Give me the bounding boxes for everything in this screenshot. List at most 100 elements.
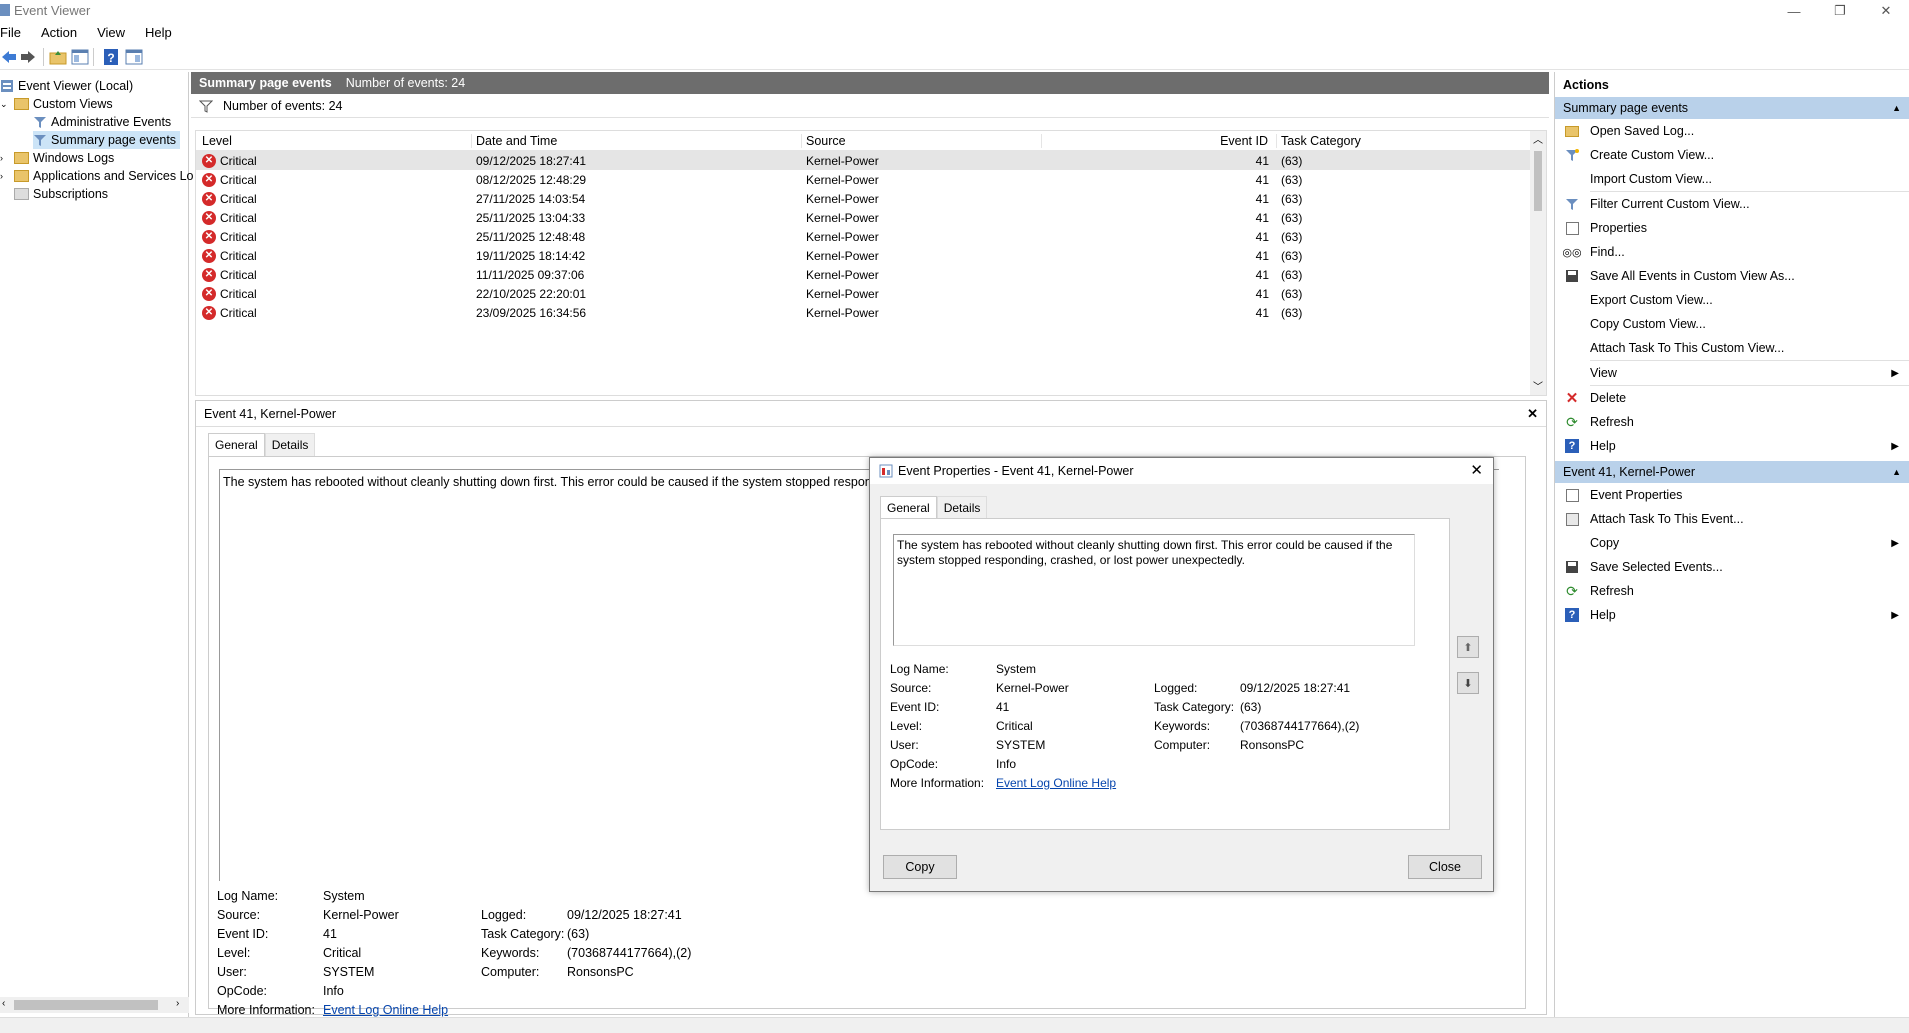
action-delete[interactable]: ✕ Delete: [1555, 386, 1909, 410]
tree-node-root[interactable]: Event Viewer (Local): [0, 77, 133, 95]
tree-node-summary-events[interactable]: Summary page events: [33, 131, 181, 149]
dialog-details-table: Log Name: System Source: Kernel-Power Logge…: [890, 662, 1359, 795]
table-row[interactable]: ✕ Critical 23/09/2025 16:34:56 Kernel-Power…: [196, 303, 1546, 322]
scroll-right-icon[interactable]: ›: [176, 998, 179, 1009]
table-vertical-scrollbar[interactable]: ︿ ﹀: [1530, 131, 1546, 395]
chevron-down-icon[interactable]: ⌄: [0, 99, 10, 110]
actions-section-event[interactable]: Event 41, Kernel-Power ▲: [1555, 461, 1909, 483]
show-hide-tree-icon[interactable]: [71, 48, 89, 66]
row-event-id: 41: [1255, 267, 1269, 282]
table-row[interactable]: ✕ Critical 08/12/2025 12:48:29 Kernel-Power…: [196, 170, 1546, 189]
actions-section-summary[interactable]: Summary page events ▲: [1555, 97, 1909, 119]
help-icon: ?: [1565, 439, 1579, 453]
action-save-all-events[interactable]: Save All Events in Custom View As...: [1555, 264, 1909, 288]
collapse-icon[interactable]: ▲: [1892, 103, 1901, 113]
tab-general[interactable]: General: [208, 433, 265, 456]
scrollbar-thumb[interactable]: [1534, 151, 1542, 211]
event-viewer-icon: [1, 80, 13, 92]
tree-node-subscriptions[interactable]: Subscriptions: [14, 185, 108, 203]
table-row[interactable]: ✕ Critical 22/10/2025 22:20:01 Kernel-Power…: [196, 284, 1546, 303]
dialog-logged-label: Logged:: [1154, 681, 1198, 695]
tree-summary-events-label: Summary page events: [51, 133, 177, 147]
tree-node-admin-events[interactable]: Administrative Events: [33, 113, 171, 131]
copy-button[interactable]: Copy: [883, 855, 957, 879]
col-source[interactable]: Source: [802, 133, 1042, 148]
action-import-custom-view[interactable]: Import Custom View...: [1555, 167, 1909, 191]
table-body: ✕ Critical 09/12/2025 18:27:41 Kernel-Power…: [196, 151, 1546, 322]
tree-node-custom-views[interactable]: ⌄ Custom Views: [0, 95, 113, 113]
table-row[interactable]: ✕ Critical 27/11/2025 14:03:54 Kernel-Power…: [196, 189, 1546, 208]
table-row[interactable]: ✕ Critical 11/11/2025 09:37:06 Kernel-Power…: [196, 265, 1546, 284]
action-help-event[interactable]: ? Help ▶: [1555, 603, 1909, 627]
action-view[interactable]: View ▶: [1555, 361, 1909, 385]
row-source: Kernel-Power: [806, 210, 879, 225]
col-event-id[interactable]: Event ID: [1042, 133, 1277, 148]
dialog-tab-details[interactable]: Details: [936, 496, 988, 519]
table-row[interactable]: ✕ Critical 19/11/2025 18:14:42 Kernel-Power…: [196, 246, 1546, 265]
close-window-button[interactable]: ✕: [1863, 0, 1909, 22]
menu-help[interactable]: Help: [135, 22, 182, 43]
col-level[interactable]: Level: [196, 133, 472, 148]
dialog-tab-general[interactable]: General: [880, 496, 937, 519]
tree-horizontal-scrollbar[interactable]: ‹ ›: [0, 997, 189, 1013]
next-event-button[interactable]: ⬇: [1457, 672, 1479, 694]
action-attach-task-custom-view[interactable]: Attach Task To This Custom View...: [1555, 336, 1909, 360]
scroll-down-icon[interactable]: ﹀: [1533, 378, 1543, 393]
menu-action[interactable]: Action: [31, 22, 87, 43]
show-action-pane-icon[interactable]: [125, 48, 143, 66]
action-refresh-event[interactable]: ⟳ Refresh: [1555, 579, 1909, 603]
col-task[interactable]: Task Category: [1277, 134, 1487, 148]
menu-file[interactable]: File: [0, 22, 31, 43]
delete-x-icon: ✕: [1565, 390, 1579, 407]
dialog-event-log-online-help-link[interactable]: Event Log Online Help: [996, 776, 1116, 790]
close-button[interactable]: Close: [1408, 855, 1482, 879]
previous-event-button[interactable]: ⬆: [1457, 636, 1479, 658]
action-filter-current[interactable]: Filter Current Custom View...: [1555, 192, 1909, 216]
log-name-value: System: [323, 889, 365, 903]
action-label: View: [1590, 366, 1617, 380]
chevron-right-icon[interactable]: ›: [0, 171, 10, 181]
forward-arrow-icon[interactable]: [19, 48, 37, 66]
action-copy[interactable]: Copy ▶: [1555, 531, 1909, 555]
action-refresh[interactable]: ⟳ Refresh: [1555, 410, 1909, 434]
submenu-arrow-icon: ▶: [1891, 440, 1899, 452]
action-help[interactable]: ? Help ▶: [1555, 434, 1909, 458]
action-attach-task-event[interactable]: Attach Task To This Event...: [1555, 507, 1909, 531]
dialog-close-icon[interactable]: ✕: [1470, 461, 1483, 479]
restore-button[interactable]: ❐: [1817, 0, 1863, 22]
menu-view[interactable]: View: [87, 22, 135, 43]
action-create-custom-view[interactable]: Create Custom View...: [1555, 143, 1909, 167]
scroll-up-icon[interactable]: ︿: [1533, 131, 1543, 146]
folder-up-icon[interactable]: [49, 48, 67, 66]
table-row[interactable]: ✕ Critical 09/12/2025 18:27:41 Kernel-Power…: [196, 151, 1546, 170]
row-source: Kernel-Power: [806, 191, 879, 206]
tree-node-apps-services[interactable]: › Applications and Services Lo: [0, 167, 194, 185]
collapse-icon[interactable]: ▲: [1892, 467, 1901, 477]
minimize-button[interactable]: —: [1771, 0, 1817, 22]
dialog-title-bar: Event Properties - Event 41, Kernel-Powe…: [870, 458, 1493, 484]
action-event-properties[interactable]: Event Properties: [1555, 483, 1909, 507]
action-find[interactable]: ◎◎ Find...: [1555, 240, 1909, 264]
table-row[interactable]: ✕ Critical 25/11/2025 12:48:48 Kernel-Power…: [196, 227, 1546, 246]
close-detail-icon[interactable]: ✕: [1527, 406, 1538, 422]
dialog-message-box[interactable]: The system has rebooted without cleanly …: [893, 534, 1415, 646]
event-details-table: Log Name: System Source: Kernel-Power Logge…: [217, 889, 691, 1022]
col-date[interactable]: Date and Time: [472, 133, 802, 148]
back-arrow-icon[interactable]: [0, 48, 18, 66]
action-save-selected[interactable]: Save Selected Events...: [1555, 555, 1909, 579]
tab-details[interactable]: Details: [264, 433, 316, 456]
action-copy-custom-view[interactable]: Copy Custom View...: [1555, 312, 1909, 336]
help-icon[interactable]: ?: [102, 48, 120, 66]
scroll-left-icon[interactable]: ‹: [2, 998, 5, 1009]
action-open-saved-log[interactable]: Open Saved Log...: [1555, 119, 1909, 143]
table-row[interactable]: ✕ Critical 25/11/2025 13:04:33 Kernel-Power…: [196, 208, 1546, 227]
dialog-computer-label: Computer:: [1154, 738, 1211, 752]
scrollbar-thumb[interactable]: [14, 1000, 158, 1010]
event-log-online-help-link[interactable]: Event Log Online Help: [323, 1003, 448, 1017]
tree-root-label: Event Viewer (Local): [18, 79, 134, 93]
action-properties[interactable]: Properties: [1555, 216, 1909, 240]
row-date: 11/11/2025 09:37:06: [476, 267, 585, 282]
action-export-custom-view[interactable]: Export Custom View...: [1555, 288, 1909, 312]
tree-node-windows-logs[interactable]: › Windows Logs: [0, 149, 114, 167]
chevron-right-icon[interactable]: ›: [0, 153, 10, 163]
